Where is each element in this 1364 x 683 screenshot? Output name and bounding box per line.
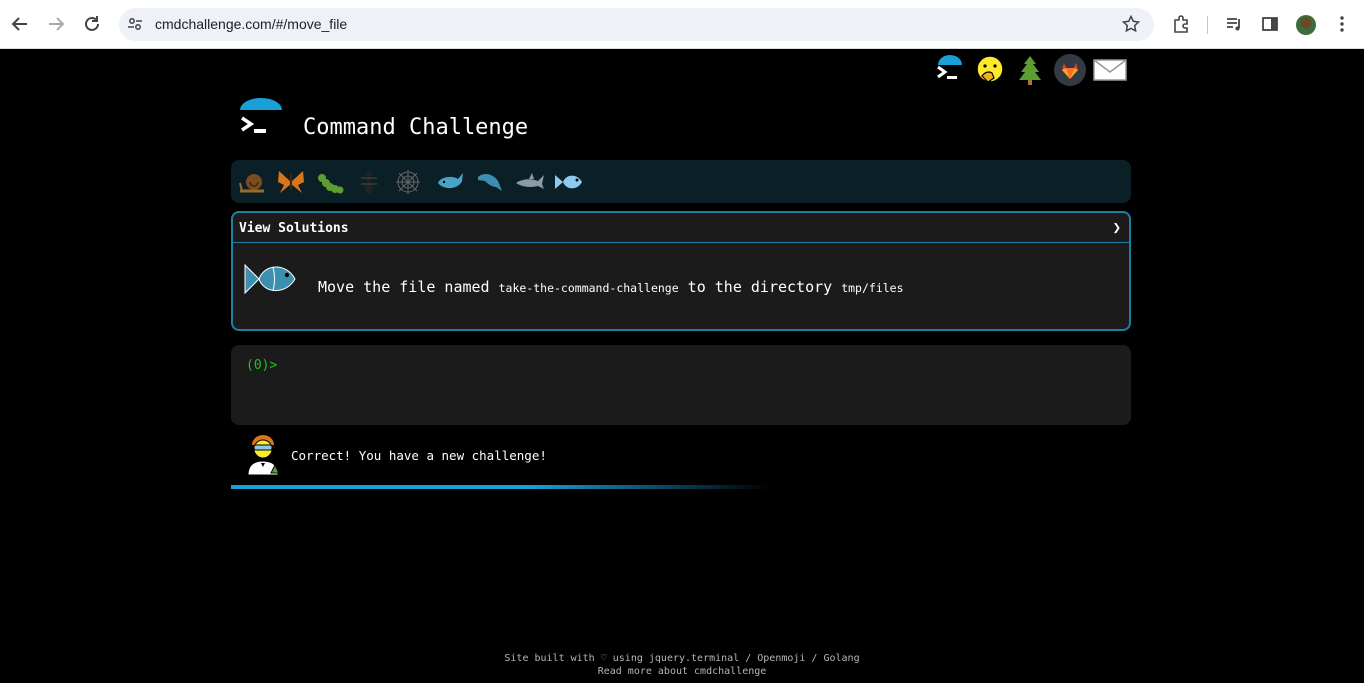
bookmark-star-icon[interactable] xyxy=(1121,14,1141,37)
status-message: Correct! You have a new challenge! xyxy=(291,448,547,463)
menu-kebab-icon[interactable] xyxy=(1330,12,1354,36)
terminal-prompt[interactable]: (0)> xyxy=(246,358,277,373)
snail-icon[interactable] xyxy=(235,165,269,199)
fish-icon[interactable] xyxy=(552,165,586,199)
challenge-fish-icon xyxy=(243,257,299,301)
dolphin-icon[interactable] xyxy=(473,165,507,199)
profile-avatar[interactable] xyxy=(1296,15,1316,35)
footer-about-link[interactable]: Read more about cmdchallenge xyxy=(0,665,1364,678)
forward-icon[interactable] xyxy=(44,12,68,36)
site-logo[interactable] xyxy=(236,98,286,144)
address-bar[interactable]: cmdchallenge.com/#/move_file xyxy=(119,8,1154,41)
envelope-icon[interactable] xyxy=(1092,52,1128,88)
face-with-hand-over-mouth-icon[interactable] xyxy=(972,52,1008,88)
challenge-card: View Solutions ❯ Move the file named tak… xyxy=(231,211,1131,331)
level-bar xyxy=(231,160,1131,203)
shark-icon[interactable] xyxy=(513,165,547,199)
scientist-avatar-icon xyxy=(242,433,284,476)
footer-credits[interactable]: Site built with ♡ using jquery.terminal … xyxy=(0,652,1364,665)
view-solutions-header[interactable]: View Solutions ❯ xyxy=(233,213,1129,243)
view-solutions-label[interactable]: View Solutions xyxy=(239,221,349,236)
toolbar-divider xyxy=(1207,16,1208,34)
file-name: take-the-command-challenge xyxy=(498,281,679,295)
chevron-right-icon[interactable]: ❯ xyxy=(1113,220,1121,236)
terminal-logo-icon[interactable] xyxy=(932,52,968,88)
spider-web-icon[interactable] xyxy=(391,165,425,199)
url-text[interactable]: cmdchallenge.com/#/move_file xyxy=(155,16,347,32)
progress-bar xyxy=(231,485,771,489)
browser-toolbar: cmdchallenge.com/#/move_file xyxy=(0,0,1364,49)
target-directory: tmp/files xyxy=(841,281,904,295)
ant-icon[interactable] xyxy=(352,165,386,199)
gitlab-icon[interactable] xyxy=(1052,52,1088,88)
page-title[interactable]: Command Challenge xyxy=(303,115,528,140)
challenge-description: Move the file named take-the-command-cha… xyxy=(318,278,904,296)
description-text-2: to the directory xyxy=(687,278,833,296)
site-info-icon[interactable] xyxy=(127,16,143,36)
evergreen-tree-icon[interactable] xyxy=(1012,52,1048,88)
terminal[interactable]: (0)> xyxy=(231,345,1131,425)
side-panel-icon[interactable] xyxy=(1258,12,1282,36)
butterfly-icon[interactable] xyxy=(274,165,308,199)
reload-icon[interactable] xyxy=(80,12,104,36)
whale-icon[interactable] xyxy=(434,165,468,199)
media-controls-icon[interactable] xyxy=(1222,12,1246,36)
caterpillar-icon[interactable] xyxy=(313,165,347,199)
extensions-icon[interactable] xyxy=(1169,12,1193,36)
footer: Site built with ♡ using jquery.terminal … xyxy=(0,652,1364,678)
back-icon[interactable] xyxy=(8,12,32,36)
description-text-1: Move the file named xyxy=(318,278,490,296)
